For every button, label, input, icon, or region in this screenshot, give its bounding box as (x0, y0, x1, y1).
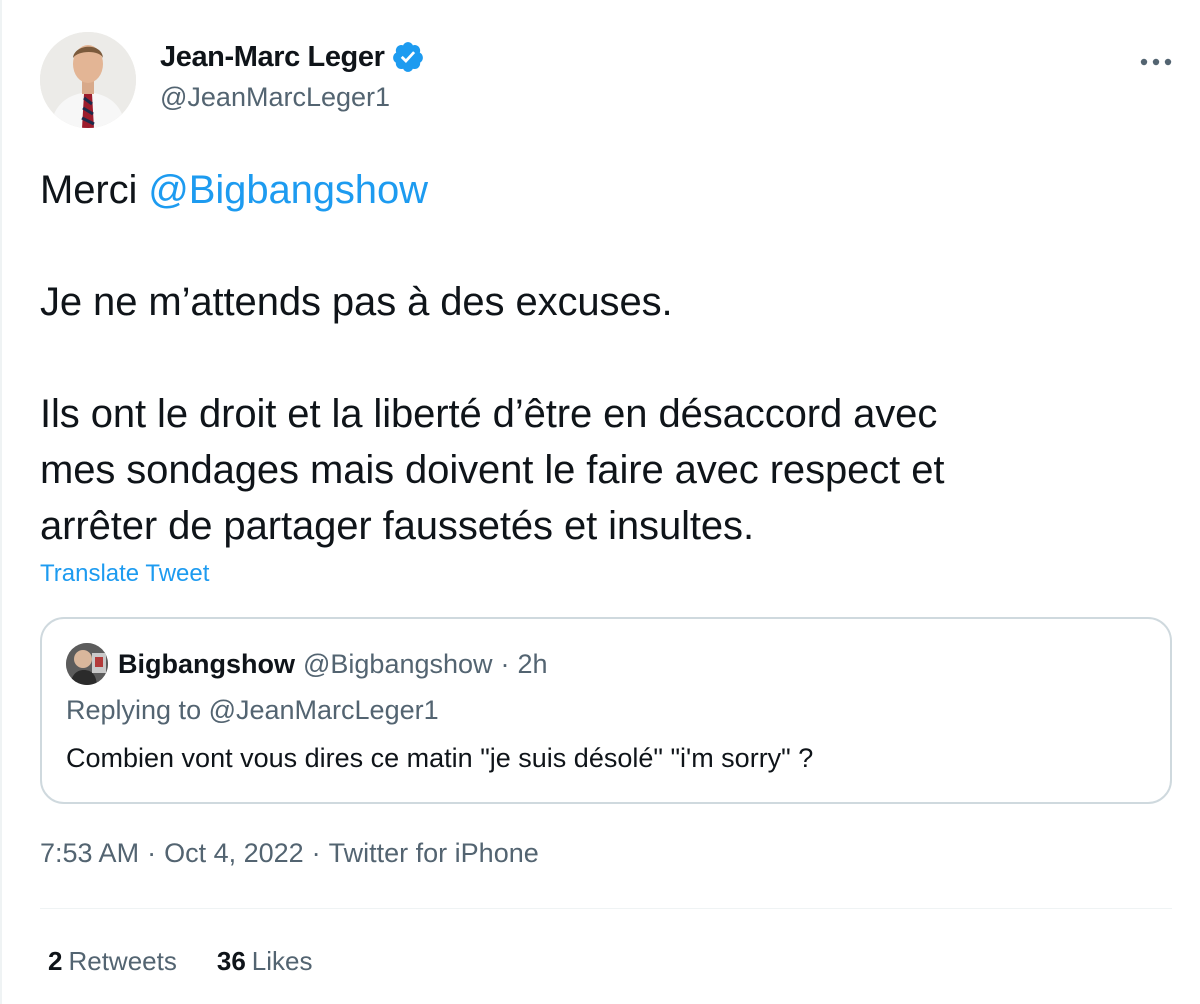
tweet-meta: 7:53 AM · Oct 4, 2022 · Twitter for iPhone (40, 838, 539, 869)
verified-badge-icon (392, 42, 423, 72)
more-options-icon (1140, 58, 1172, 66)
quoted-tweet-header: Bigbangshow @Bigbangshow · 2h (66, 643, 548, 685)
tweet-line: arrêter de partager faussetés et insulte… (40, 504, 754, 548)
quoted-author-avatar (66, 643, 108, 685)
more-options-button[interactable] (1130, 42, 1182, 82)
author-name-row[interactable]: Jean-Marc Leger (160, 40, 425, 74)
mention-link[interactable]: @Bigbangshow (148, 168, 428, 212)
author-avatar[interactable] (40, 32, 136, 128)
quoted-author-name: Bigbangshow (118, 648, 295, 679)
profile-photo (66, 643, 108, 685)
tweet-line: Merci @Bigbangshow (40, 162, 1170, 218)
likes-label: Likes (251, 946, 313, 976)
profile-photo (40, 32, 136, 128)
tweet-source-link[interactable]: Twitter for iPhone (329, 838, 539, 868)
tweet-text-prefix: Merci (40, 168, 149, 212)
tweet-line: Je ne m’attends pas à des excuses. (40, 280, 673, 324)
tweet-time[interactable]: 7:53 AM (40, 838, 139, 868)
likes-stat[interactable]: 36 Likes (217, 946, 313, 977)
separator-dot: · (147, 838, 157, 868)
author-display-name[interactable]: Jean-Marc Leger (160, 41, 385, 74)
quoted-replying-to: Replying to @JeanMarcLeger1 (66, 695, 439, 725)
tweet-stats: 2 Retweets 36 Likes (48, 946, 352, 977)
likes-count: 36 (216, 946, 246, 976)
tweet-page: Jean-Marc Leger @JeanMarcLeger1 Merci @B… (0, 0, 1200, 1004)
tweet-line: mes sondages mais doivent le faire avec … (40, 448, 945, 492)
separator-dot: · (311, 838, 321, 868)
quoted-author-handle: @Bigbangshow (303, 648, 493, 679)
retweets-label: Retweets (68, 946, 177, 976)
separator-dot: · (500, 648, 510, 679)
tweet-date[interactable]: Oct 4, 2022 (164, 838, 304, 868)
retweets-count: 2 (48, 946, 63, 976)
divider (40, 908, 1172, 909)
quoted-tweet-text: Combien vont vous dires ce matin "je sui… (66, 743, 814, 773)
author-handle[interactable]: @JeanMarcLeger1 (160, 82, 390, 113)
quoted-tweet[interactable]: Bigbangshow @Bigbangshow · 2h Replying t… (40, 617, 1172, 804)
translate-tweet-link[interactable]: Translate Tweet (40, 560, 209, 588)
tweet-line: Ils ont le droit et la liberté d’être en… (40, 392, 938, 436)
retweets-stat[interactable]: 2 Retweets (48, 946, 177, 977)
tweet-text: Merci @Bigbangshow Je ne m’attends pas à… (40, 162, 1170, 554)
quoted-tweet-time: 2h (517, 648, 548, 679)
